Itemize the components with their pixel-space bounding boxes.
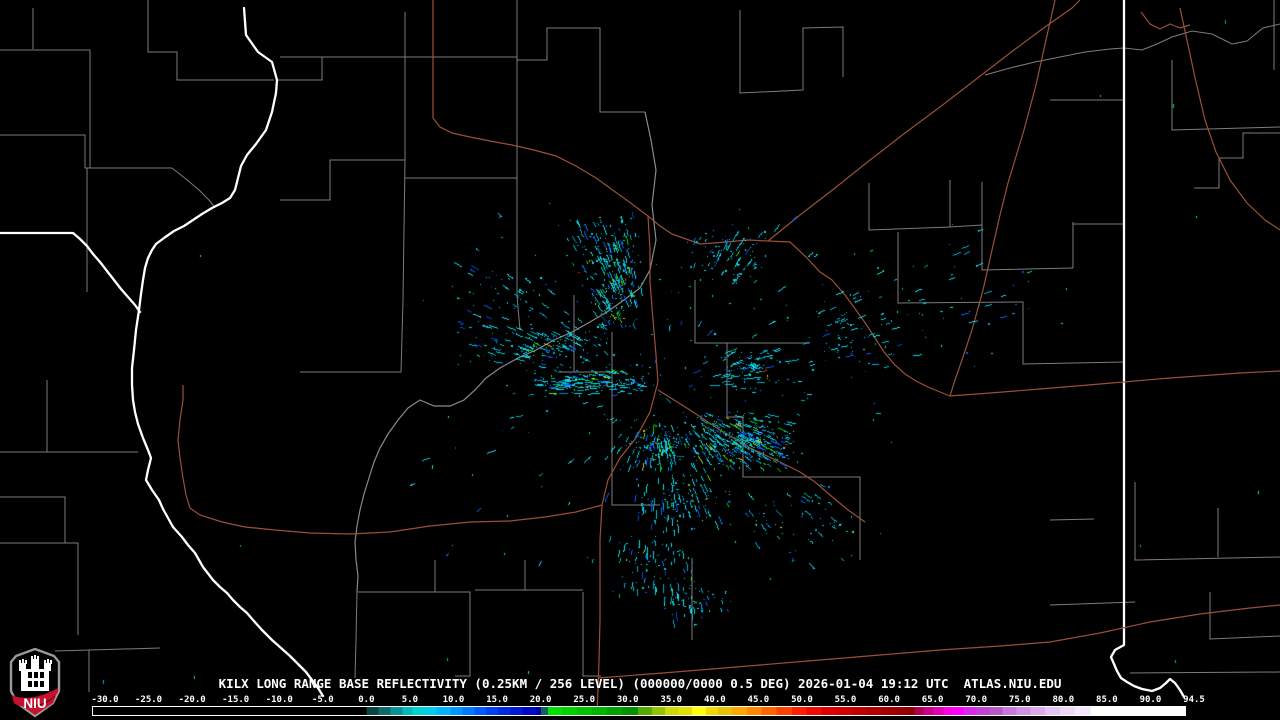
scale-tick-label: 10.0 (442, 695, 465, 705)
logo-text: NIU (23, 696, 46, 711)
scale-tick-label: 20.0 (529, 695, 552, 705)
scale-tick-label: 55.0 (834, 695, 857, 705)
scale-tick-label: -5.0 (311, 695, 334, 705)
scale-tick-label: -30.0 (91, 695, 119, 705)
scale-tick-label: 0.0 (358, 695, 375, 705)
scale-tick-label: 15.0 (486, 695, 508, 705)
radar-display: KILX LONG RANGE BASE REFLECTIVITY (0.25K… (0, 0, 1280, 720)
colorbar-tick-labels: -30.0 -25.0 -20.0 -15.0 -10.0 -5.0 0.0 5.0 10.0 1… (0, 695, 1280, 706)
radar-echoes-canvas (0, 0, 1280, 720)
scale-tick-label: 25.0 (573, 695, 595, 705)
scale-tick-label: 30.0 (616, 695, 639, 705)
scale-tick-label: -10.0 (265, 695, 293, 705)
scale-tick-label: 40.0 (703, 695, 726, 705)
scale-tick-label: 65.0 (921, 695, 944, 705)
scale-tick-label: 60.0 (878, 695, 900, 705)
scale-tick-label: 50.0 (791, 695, 813, 705)
scale-tick-label: -20.0 (178, 695, 206, 705)
scale-tick-label: -25.0 (135, 695, 163, 705)
scale-tick-label: 94.5 (1183, 695, 1205, 705)
reflectivity-colorbar (92, 706, 1186, 716)
scale-tick-label: 90.0 (1139, 695, 1162, 705)
scale-tick-label: 85.0 (1096, 695, 1118, 705)
niu-logo: NIU (9, 647, 61, 718)
scale-tick-label: 45.0 (747, 695, 770, 705)
scale-tick-label: 5.0 (401, 695, 419, 705)
scale-tick-label: -15.0 (222, 695, 250, 705)
product-title: KILX LONG RANGE BASE REFLECTIVITY (0.25K… (218, 676, 1062, 691)
scale-tick-label: 35.0 (660, 695, 683, 705)
scale-tick-label: 70.0 (965, 695, 988, 705)
scale-tick-label: 80.0 (1052, 695, 1075, 705)
scale-tick-label: 75.0 (1008, 695, 1031, 705)
